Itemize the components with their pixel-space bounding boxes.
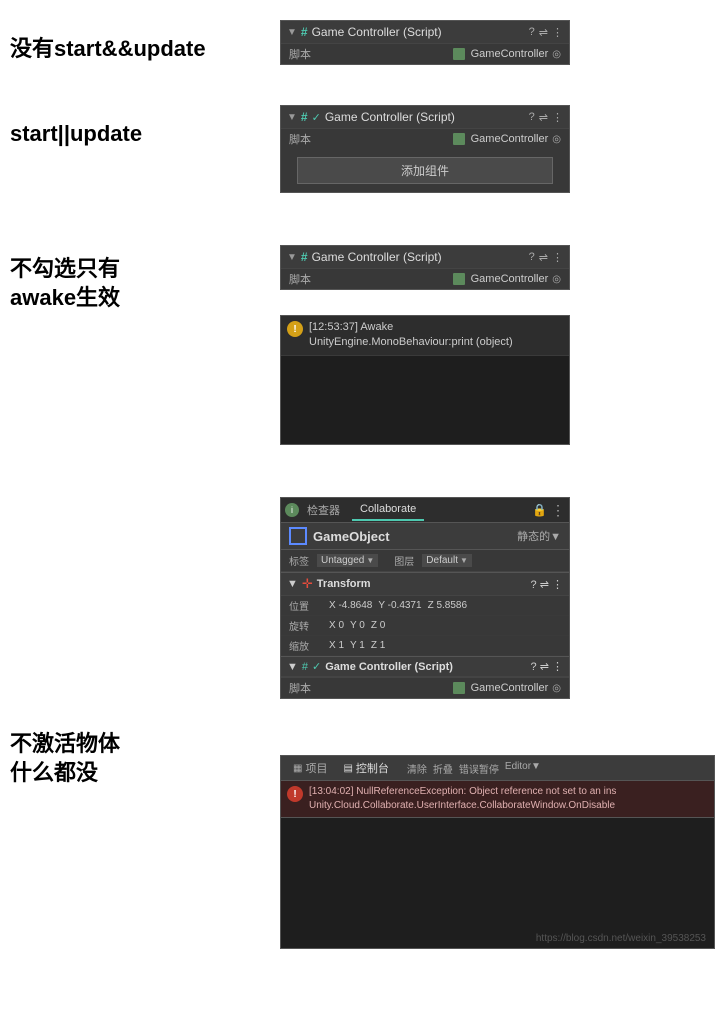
panel-2: ▼ # ✓ Game Controller (Script) ? ⇌ ⋮ 脚本 … (280, 105, 570, 193)
error-pause-button[interactable]: 错误暂停 (459, 761, 499, 776)
hash-icon: # (301, 25, 308, 39)
triangle-icon: ▼ (287, 27, 297, 38)
lock-icon[interactable]: 🔒 (532, 503, 547, 517)
triangle-icon3: ▼ (287, 252, 297, 263)
inspector-panel: i 检查器 Collaborate 🔒 ⋮ GameObject 静态的▼ 标签… (280, 497, 570, 699)
panel1-script-row: 脚本 GameController ◎ (281, 43, 569, 64)
more-icon-t[interactable]: ⋮ (552, 579, 563, 591)
annotation-1: 没有start&&update (10, 35, 250, 64)
script-file-icon3 (453, 273, 465, 285)
settings-icon-gc[interactable]: ⇌ (540, 661, 549, 673)
bottom-tabs-row: ▦ 项目 ▤ 控制台 清除 折叠 错误暂停 Editor▼ (281, 756, 714, 781)
target-icon3: ◎ (552, 274, 561, 285)
more-icon-gc[interactable]: ⋮ (552, 661, 563, 673)
bottom-actions-row: 清除 折叠 错误暂停 Editor▼ (407, 761, 541, 776)
tab-project[interactable]: ▦ 项目 (287, 758, 333, 778)
tag-dropdown[interactable]: Untagged ▼ (317, 554, 378, 567)
panel-1: ▼ # Game Controller (Script) ? ⇌ ⋮ 脚本 Ga… (280, 20, 570, 65)
script-file-icon (453, 48, 465, 60)
tab-inspector[interactable]: 检查器 (299, 498, 348, 522)
gc-header-icons: ? ⇌ ⋮ (531, 660, 563, 673)
settings-icon2[interactable]: ⇌ (539, 111, 548, 124)
tab-collaborate[interactable]: Collaborate (352, 499, 424, 521)
panel3-header: ▼ # Game Controller (Script) ? ⇌ ⋮ (281, 246, 569, 268)
transform-section-header: ▼ ✛ Transform ? ⇌ ⋮ (281, 572, 569, 596)
header-icons2: ? ⇌ ⋮ (529, 111, 563, 124)
transform-position-row: 位置 X -4.8648 Y -0.4371 Z 5.8586 (281, 596, 569, 616)
panel3-script-row: 脚本 GameController ◎ (281, 268, 569, 289)
console-empty-area (281, 356, 569, 436)
more-icon-inspector[interactable]: ⋮ (551, 502, 565, 519)
script-file-icon2 (453, 133, 465, 145)
hash-icon3: # (301, 250, 308, 264)
help-icon[interactable]: ? (529, 26, 535, 39)
help-icon2[interactable]: ? (529, 111, 535, 124)
settings-icon-t[interactable]: ⇌ (540, 579, 549, 591)
inspector-tabs-row: i 检查器 Collaborate 🔒 ⋮ (281, 498, 569, 523)
header-icons: ? ⇌ ⋮ (529, 26, 563, 39)
console-icon: ▤ (343, 763, 352, 774)
checkmark-icon[interactable]: ✓ (312, 111, 321, 124)
error-icon: ! (287, 786, 303, 802)
transform-triangle-icon: ▼ (287, 578, 298, 590)
annotation-2: start||update (10, 120, 250, 149)
watermark: https://blog.csdn.net/weixin_39538253 (536, 933, 706, 944)
add-component-button[interactable]: 添加组件 (297, 157, 553, 184)
project-icon: ▦ (293, 763, 302, 774)
transform-rotation-row: 旋转 X 0 Y 0 Z 0 (281, 616, 569, 636)
settings-icon3[interactable]: ⇌ (539, 251, 548, 264)
go-tags-row: 标签 Untagged ▼ 图层 Default ▼ (281, 550, 569, 572)
script-file-icon-gc (453, 682, 465, 694)
collapse-button[interactable]: 折叠 (433, 761, 453, 776)
help-icon-t[interactable]: ? (531, 579, 537, 591)
target-icon-gc: ◎ (552, 683, 561, 694)
warn-icon: ! (287, 321, 303, 337)
go-cube-icon (289, 527, 307, 545)
annotation-4: 不激活物体 什么都没 (10, 730, 250, 787)
inspect-icon-badge: i (285, 503, 299, 517)
console-log-panel: ! [12:53:37] Awake UnityEngine.MonoBehav… (280, 315, 570, 445)
target-icon2: ◎ (552, 134, 561, 145)
help-icon-gc[interactable]: ? (531, 661, 537, 673)
gc-hash-icon: # (302, 661, 308, 673)
editor-dropdown[interactable]: Editor▼ (505, 761, 541, 776)
error-entry: ! [13:04:02] NullReferenceException: Obj… (281, 781, 714, 818)
transform-arrows-icon: ✛ (302, 576, 313, 592)
help-icon3[interactable]: ? (529, 251, 535, 264)
add-component-container: 添加组件 (281, 149, 569, 192)
header-icons3: ? ⇌ ⋮ (529, 251, 563, 264)
panel-3: ▼ # Game Controller (Script) ? ⇌ ⋮ 脚本 Ga… (280, 245, 570, 290)
tag-chevron-icon: ▼ (366, 556, 374, 565)
panel1-header: ▼ # Game Controller (Script) ? ⇌ ⋮ (281, 21, 569, 43)
gc-triangle-icon: ▼ (287, 661, 298, 673)
more-icon3[interactable]: ⋮ (552, 251, 563, 264)
gc-script-row: 脚本 GameController ◎ (281, 677, 569, 698)
target-icon: ◎ (552, 49, 561, 60)
transform-header-icons: ? ⇌ ⋮ (531, 578, 563, 591)
layer-chevron-icon: ▼ (460, 556, 468, 565)
bottom-console: ▦ 项目 ▤ 控制台 清除 折叠 错误暂停 Editor▼ ! [13:04:0… (280, 755, 715, 949)
panel2-script-row: 脚本 GameController ◎ (281, 128, 569, 149)
clear-button[interactable]: 清除 (407, 761, 427, 776)
more-icon2[interactable]: ⋮ (552, 111, 563, 124)
more-icon[interactable]: ⋮ (552, 26, 563, 39)
game-ctrl-section-header: ▼ # ✓ Game Controller (Script) ? ⇌ ⋮ (281, 656, 569, 677)
annotation-3: 不勾选只有 awake生效 (10, 255, 250, 312)
tab-console[interactable]: ▤ 控制台 (337, 758, 394, 778)
panel2-header: ▼ # ✓ Game Controller (Script) ? ⇌ ⋮ (281, 106, 569, 128)
triangle-icon2: ▼ (287, 112, 297, 123)
console-empty-bottom: https://blog.csdn.net/weixin_39538253 (281, 818, 714, 948)
hash-icon2: # (301, 110, 308, 124)
settings-icon[interactable]: ⇌ (539, 26, 548, 39)
layer-dropdown[interactable]: Default ▼ (422, 554, 472, 567)
transform-scale-row: 缩放 X 1 Y 1 Z 1 (281, 636, 569, 656)
gc-checkmark[interactable]: ✓ (312, 660, 321, 673)
go-header-row: GameObject 静态的▼ (281, 523, 569, 550)
console-entry-1: ! [12:53:37] Awake UnityEngine.MonoBehav… (281, 316, 569, 356)
